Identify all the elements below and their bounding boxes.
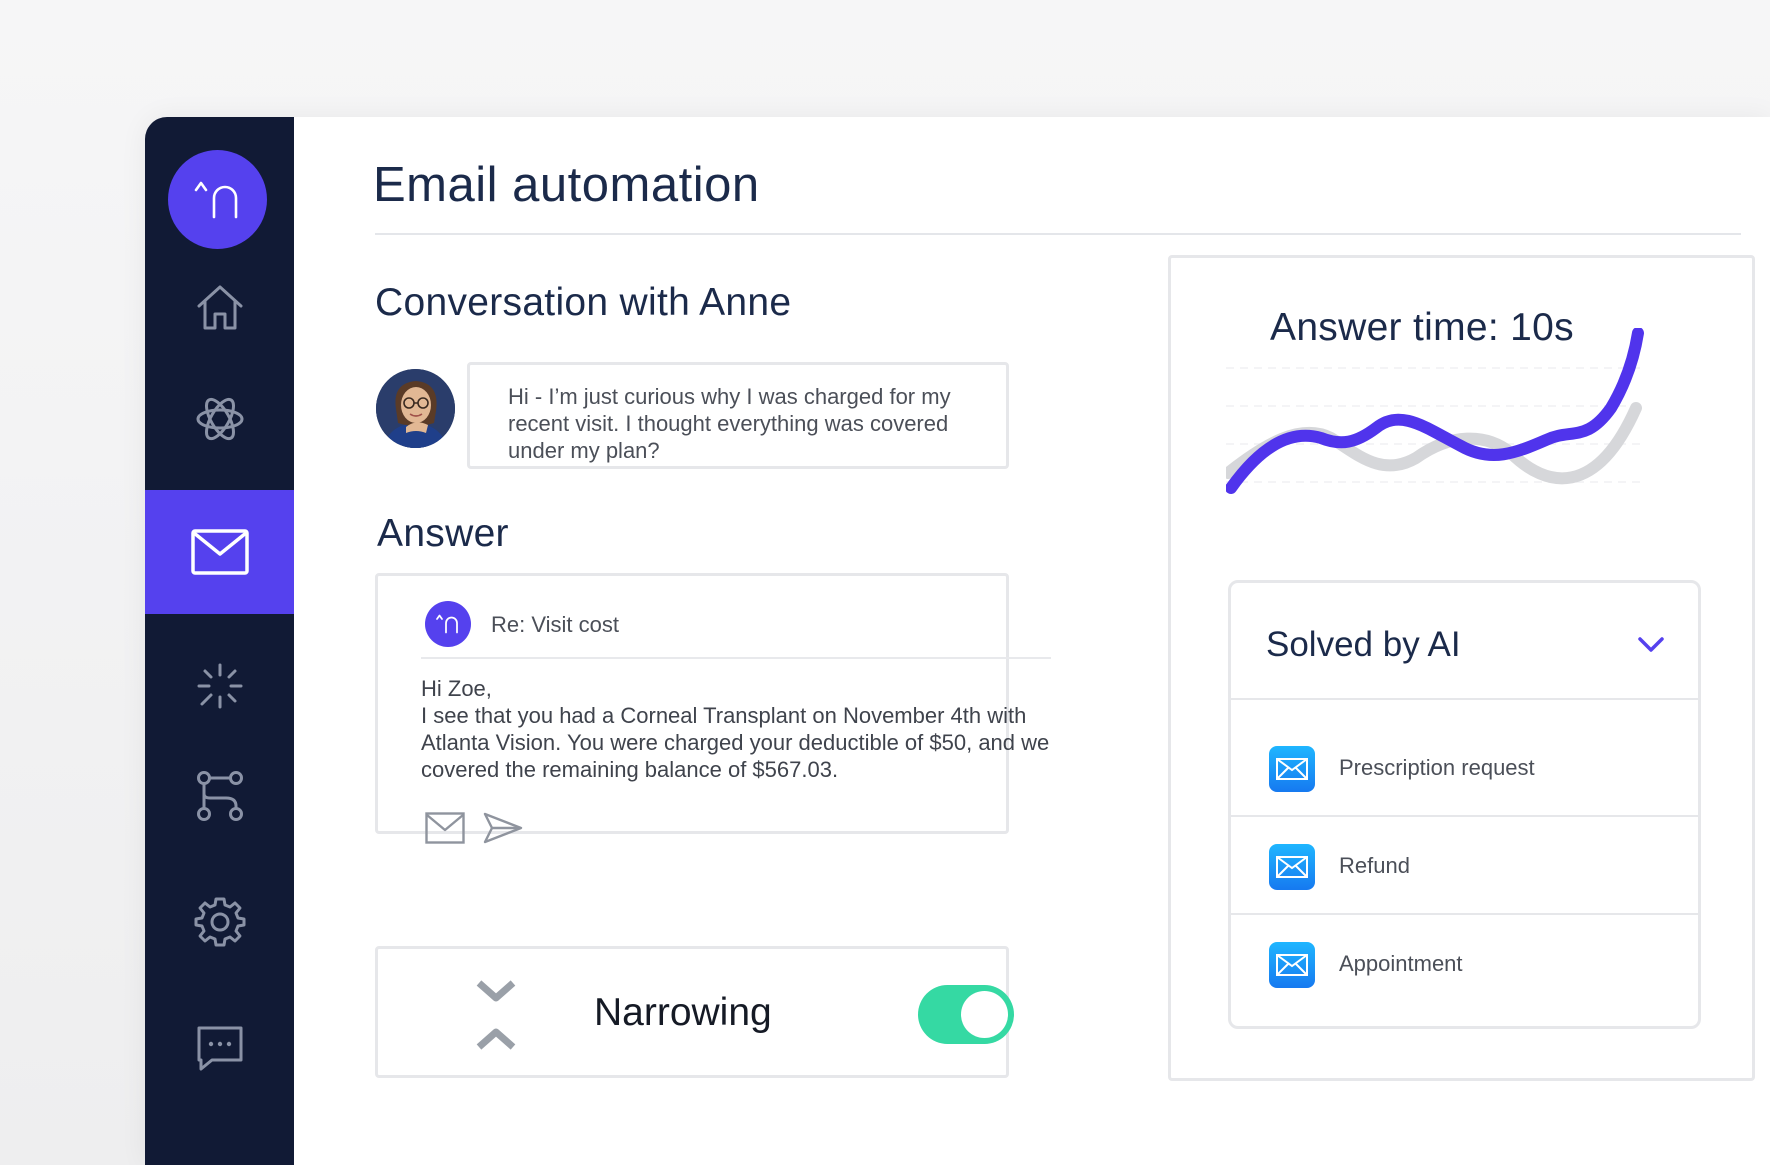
message-text: Hi - I’m just curious why I was charged … — [508, 384, 951, 463]
envelope-icon — [425, 812, 465, 844]
sidebar-item-home[interactable] — [145, 246, 294, 370]
main-content: Email automation Conversation with Anne … — [294, 117, 1770, 1165]
list-item-appointment[interactable]: Appointment — [1231, 915, 1698, 1013]
chat-icon — [197, 1026, 242, 1071]
narrowing-label: Narrowing — [594, 991, 772, 1034]
chevron-down-icon — [1638, 637, 1664, 652]
answer-time-line — [1226, 328, 1644, 494]
title-divider — [375, 233, 1741, 235]
solved-by-ai-dropdown[interactable]: Solved by AI — [1231, 583, 1698, 700]
send-icon — [483, 812, 523, 844]
list-item-label: Prescription request — [1339, 755, 1535, 780]
solved-by-ai-card: Solved by AI Prescription request Refund… — [1228, 580, 1701, 1029]
list-item-label: Refund — [1339, 853, 1410, 878]
atom-icon — [196, 397, 243, 441]
avatar[interactable] — [376, 369, 455, 448]
solved-by-ai-title: Solved by AI — [1266, 625, 1461, 664]
brand-logo-icon[interactable] — [168, 150, 267, 249]
narrowing-card: Narrowing — [375, 946, 1014, 1078]
list-item-refund[interactable]: Refund — [1231, 817, 1698, 915]
answer-time-chart — [1226, 328, 1646, 494]
mail-app-icon — [1269, 746, 1315, 792]
toggle-knob — [961, 991, 1008, 1038]
mail-icon — [190, 529, 249, 575]
sparkle-icon — [197, 663, 242, 709]
collapse-expand-icon[interactable] — [475, 977, 517, 1058]
gear-icon — [194, 897, 245, 947]
list-item-prescription-request[interactable]: Prescription request — [1231, 719, 1698, 817]
stats-panel: Answer time: 10s Solved by AI Prescripti… — [1168, 255, 1755, 1081]
sidebar-item-magic[interactable] — [145, 624, 294, 748]
sidebar-item-email[interactable] — [145, 490, 294, 614]
email-subject: Re: Visit cost — [491, 612, 619, 637]
email-reply-button[interactable] — [425, 812, 465, 849]
answer-title: Answer — [377, 512, 509, 555]
page-title: Email automation — [373, 158, 760, 212]
reply-body: I see that you had a Corneal Transplant … — [421, 703, 1050, 782]
mail-app-icon — [1269, 942, 1315, 988]
app-window: Email automation Conversation with Anne … — [145, 117, 1770, 1165]
reply-greeting: Hi Zoe, — [421, 676, 492, 701]
sidebar-item-workflow[interactable] — [145, 734, 294, 858]
sidebar — [145, 117, 294, 1165]
answer-divider — [421, 657, 1051, 659]
mail-app-icon — [1269, 844, 1315, 890]
narrowing-toggle[interactable] — [918, 985, 1014, 1044]
sidebar-item-settings[interactable] — [145, 859, 294, 983]
answer-card: Re: Visit cost Hi Zoe, I see that you ha… — [375, 573, 1051, 844]
message-bubble: Hi - I’m just curious why I was charged … — [467, 362, 1009, 469]
brand-logo-small-icon — [425, 601, 471, 647]
sidebar-item-chat[interactable] — [145, 987, 294, 1111]
conversation-title: Conversation with Anne — [375, 281, 792, 324]
send-button[interactable] — [483, 812, 523, 849]
list-item-label: Appointment — [1339, 951, 1463, 976]
home-icon — [197, 285, 242, 330]
sidebar-item-atom[interactable] — [145, 357, 294, 481]
workflow-icon — [196, 771, 243, 821]
